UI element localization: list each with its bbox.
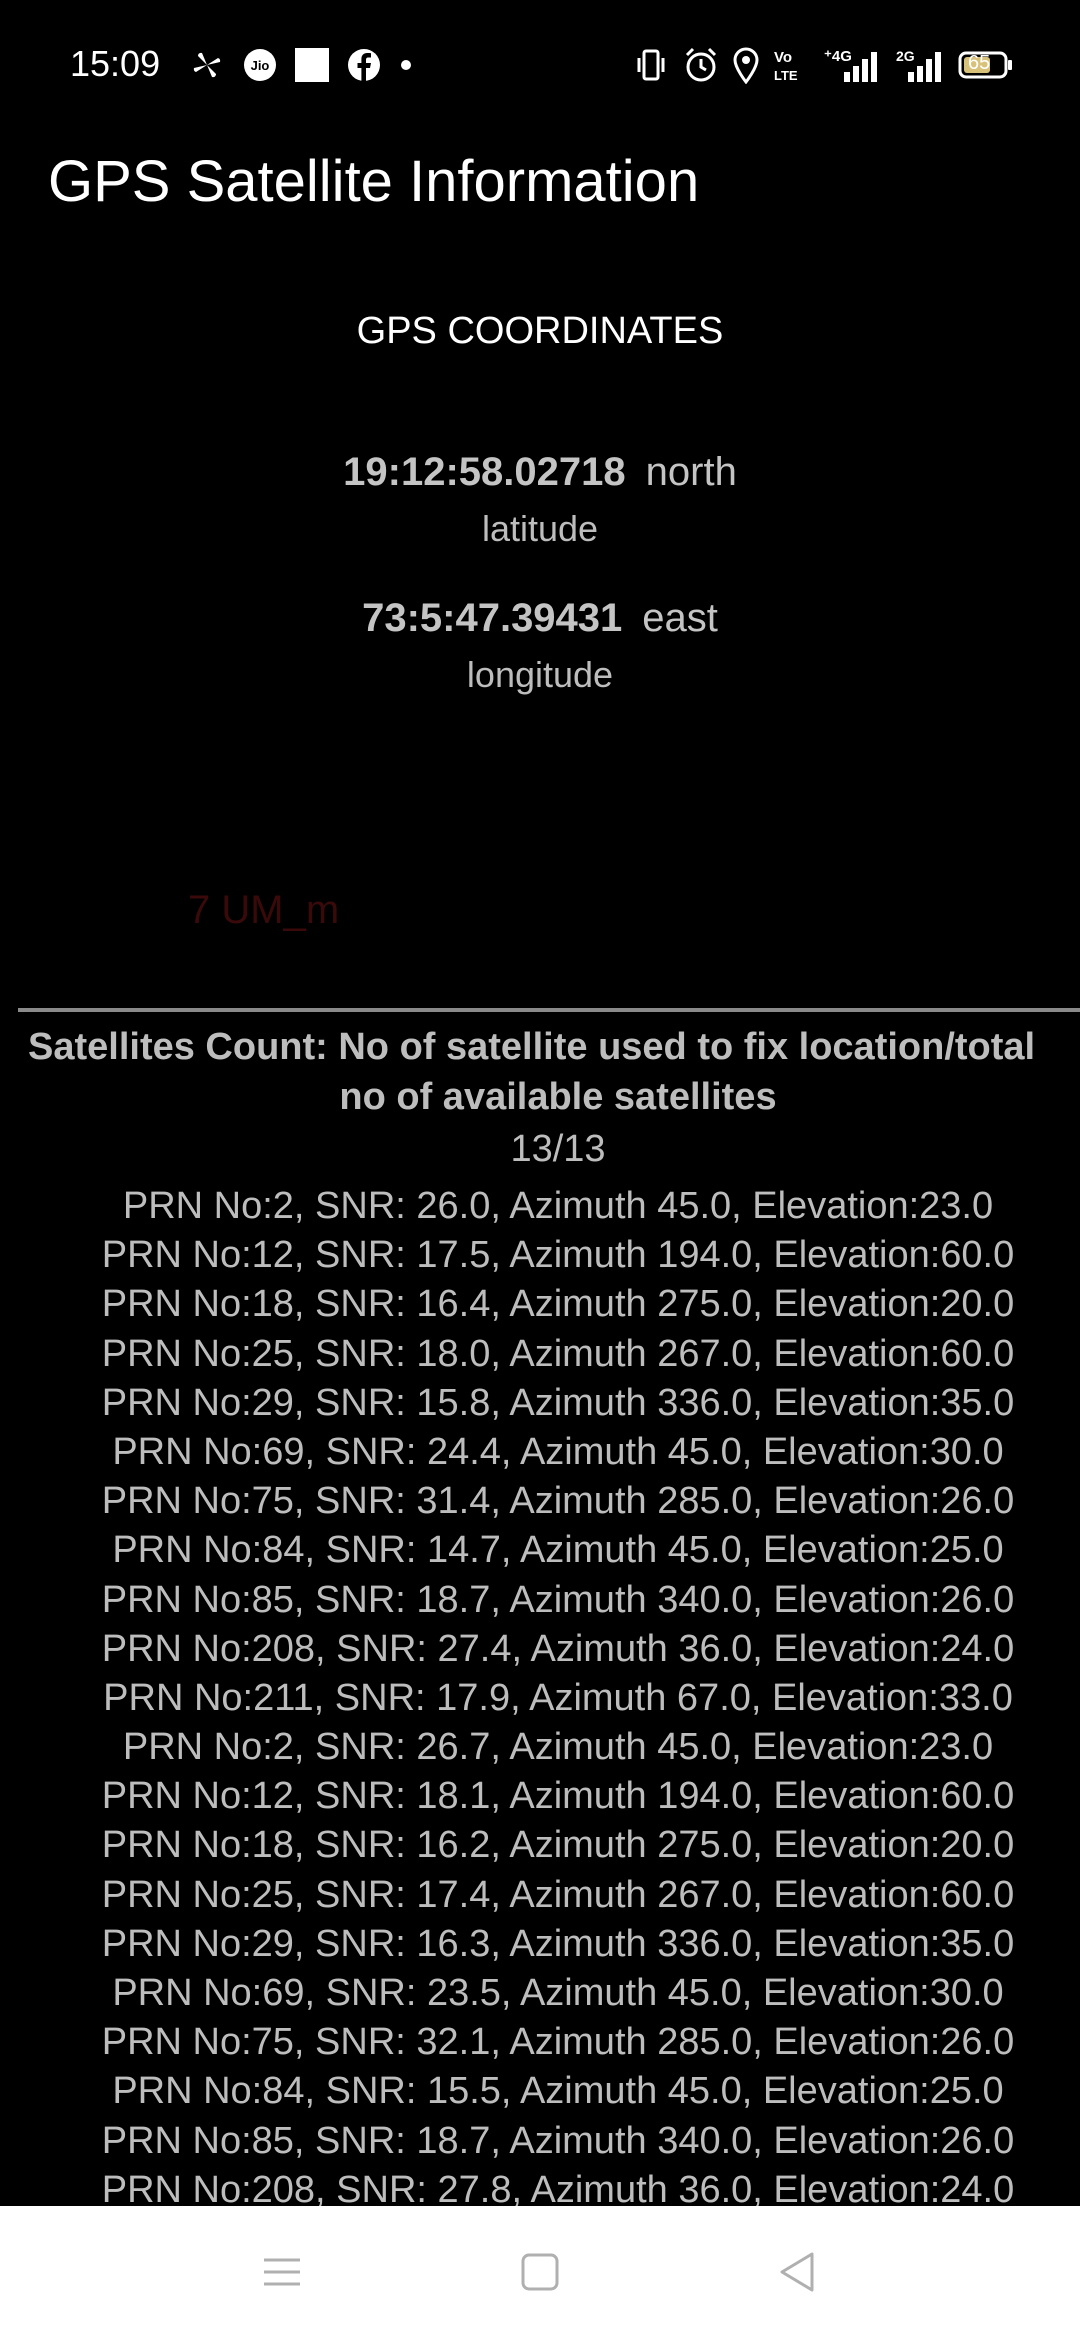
satellites-count-title-line2: no of available satellites [339, 1076, 777, 1118]
latitude-label: latitude [481, 508, 599, 549]
svg-text:2G: 2G [896, 48, 915, 64]
satellite-row: PRN No:208, SNR: 27.4, Azimuth 36.0, Ele… [101, 1627, 1015, 1670]
menu-icon[interactable] [254, 2244, 310, 2300]
app-title: GPS Satellite Information [48, 149, 700, 214]
facebook-icon [348, 49, 380, 82]
status-bar: 15:09 Jio Vo LTE ⁺4G 2G 65 [0, 0, 1080, 130]
satellite-row: PRN No:25, SNR: 17.4, Azimuth 267.0, Ele… [101, 1873, 1015, 1916]
latitude-row: 19:12:58.02718 north [0, 450, 1080, 495]
satellite-row: PRN No:18, SNR: 16.4, Azimuth 275.0, Ele… [101, 1283, 1015, 1326]
longitude-direction: east [642, 596, 718, 640]
section-divider [18, 1008, 1080, 1012]
svg-text:Jio: Jio [251, 58, 270, 73]
satellite-row: PRN No:25, SNR: 18.0, Azimuth 267.0, Ele… [101, 1332, 1015, 1375]
jio-icon: Jio [244, 49, 276, 81]
location-icon [733, 47, 759, 84]
alarm-icon [685, 47, 717, 82]
square-notification-icon [295, 48, 329, 82]
home-icon[interactable] [512, 2244, 568, 2300]
satellite-row: PRN No:69, SNR: 24.4, Azimuth 45.0, Elev… [112, 1430, 1004, 1473]
satellite-row: PRN No:2, SNR: 26.0, Azimuth 45.0, Eleva… [122, 1185, 994, 1227]
coordinates-heading: GPS COORDINATES [356, 310, 724, 352]
svg-text:Vo: Vo [774, 49, 792, 66]
volte-icon: Vo LTE [774, 49, 798, 83]
satellite-row: PRN No:85, SNR: 18.7, Azimuth 340.0, Ele… [101, 2119, 1015, 2162]
satellite-row: PRN No:29, SNR: 15.8, Azimuth 336.0, Ele… [101, 1381, 1015, 1424]
longitude-label: longitude [466, 654, 614, 695]
fan-icon [193, 52, 221, 78]
faint-text: 7 UM_m [188, 888, 340, 932]
satellite-row: PRN No:12, SNR: 17.5, Azimuth 194.0, Ele… [101, 1234, 1015, 1277]
back-icon[interactable] [770, 2244, 826, 2300]
satellite-row: PRN No:75, SNR: 32.1, Azimuth 285.0, Ele… [101, 2021, 1015, 2064]
satellites-ratio: 13/13 [510, 1128, 606, 1170]
satellite-row: PRN No:18, SNR: 16.2, Azimuth 275.0, Ele… [101, 1824, 1015, 1867]
navigation-bar [0, 2206, 1080, 2340]
2g-signal-icon: 2G [896, 48, 941, 82]
satellites-count-title-line1: Satellites Count: No of satellite used t… [28, 1026, 1036, 1068]
status-time: 15:09 [70, 43, 161, 84]
latitude-value: 19:12:58.02718 [343, 450, 626, 494]
battery-icon: 65 [958, 46, 1014, 84]
svg-text:⁺4G: ⁺4G [824, 48, 852, 65]
satellite-row: PRN No:69, SNR: 23.5, Azimuth 45.0, Elev… [112, 1972, 1004, 2014]
satellite-row: PRN No:29, SNR: 16.3, Azimuth 336.0, Ele… [101, 1922, 1015, 1965]
4g-signal-icon: ⁺4G [824, 48, 877, 82]
satellite-row: PRN No:84, SNR: 14.7, Azimuth 45.0, Elev… [112, 1529, 1004, 1572]
satellite-list[interactable]: PRN No:2, SNR: 26.0, Azimuth 45.0, Eleva… [0, 1182, 1080, 2215]
satellite-row: PRN No:85, SNR: 18.7, Azimuth 340.0, Ele… [101, 1578, 1015, 1621]
vibrate-icon [637, 49, 665, 81]
satellite-row: PRN No:211, SNR: 17.9, Azimuth 67.0, Ele… [103, 1676, 1013, 1719]
satellite-row: PRN No:84, SNR: 15.5, Azimuth 45.0, Elev… [112, 2070, 1004, 2113]
svg-text:LTE: LTE [774, 68, 798, 83]
satellite-row: PRN No:75, SNR: 31.4, Azimuth 285.0, Ele… [101, 1480, 1015, 1523]
satellite-row: PRN No:12, SNR: 18.1, Azimuth 194.0, Ele… [101, 1775, 1015, 1818]
dot-icon [401, 60, 411, 70]
longitude-row: 73:5:47.39431 east [0, 596, 1080, 641]
longitude-value: 73:5:47.39431 [362, 596, 623, 640]
battery-level: 65 [968, 52, 991, 74]
satellite-row: PRN No:2, SNR: 26.7, Azimuth 45.0, Eleva… [122, 1726, 994, 1769]
latitude-direction: north [645, 450, 737, 494]
